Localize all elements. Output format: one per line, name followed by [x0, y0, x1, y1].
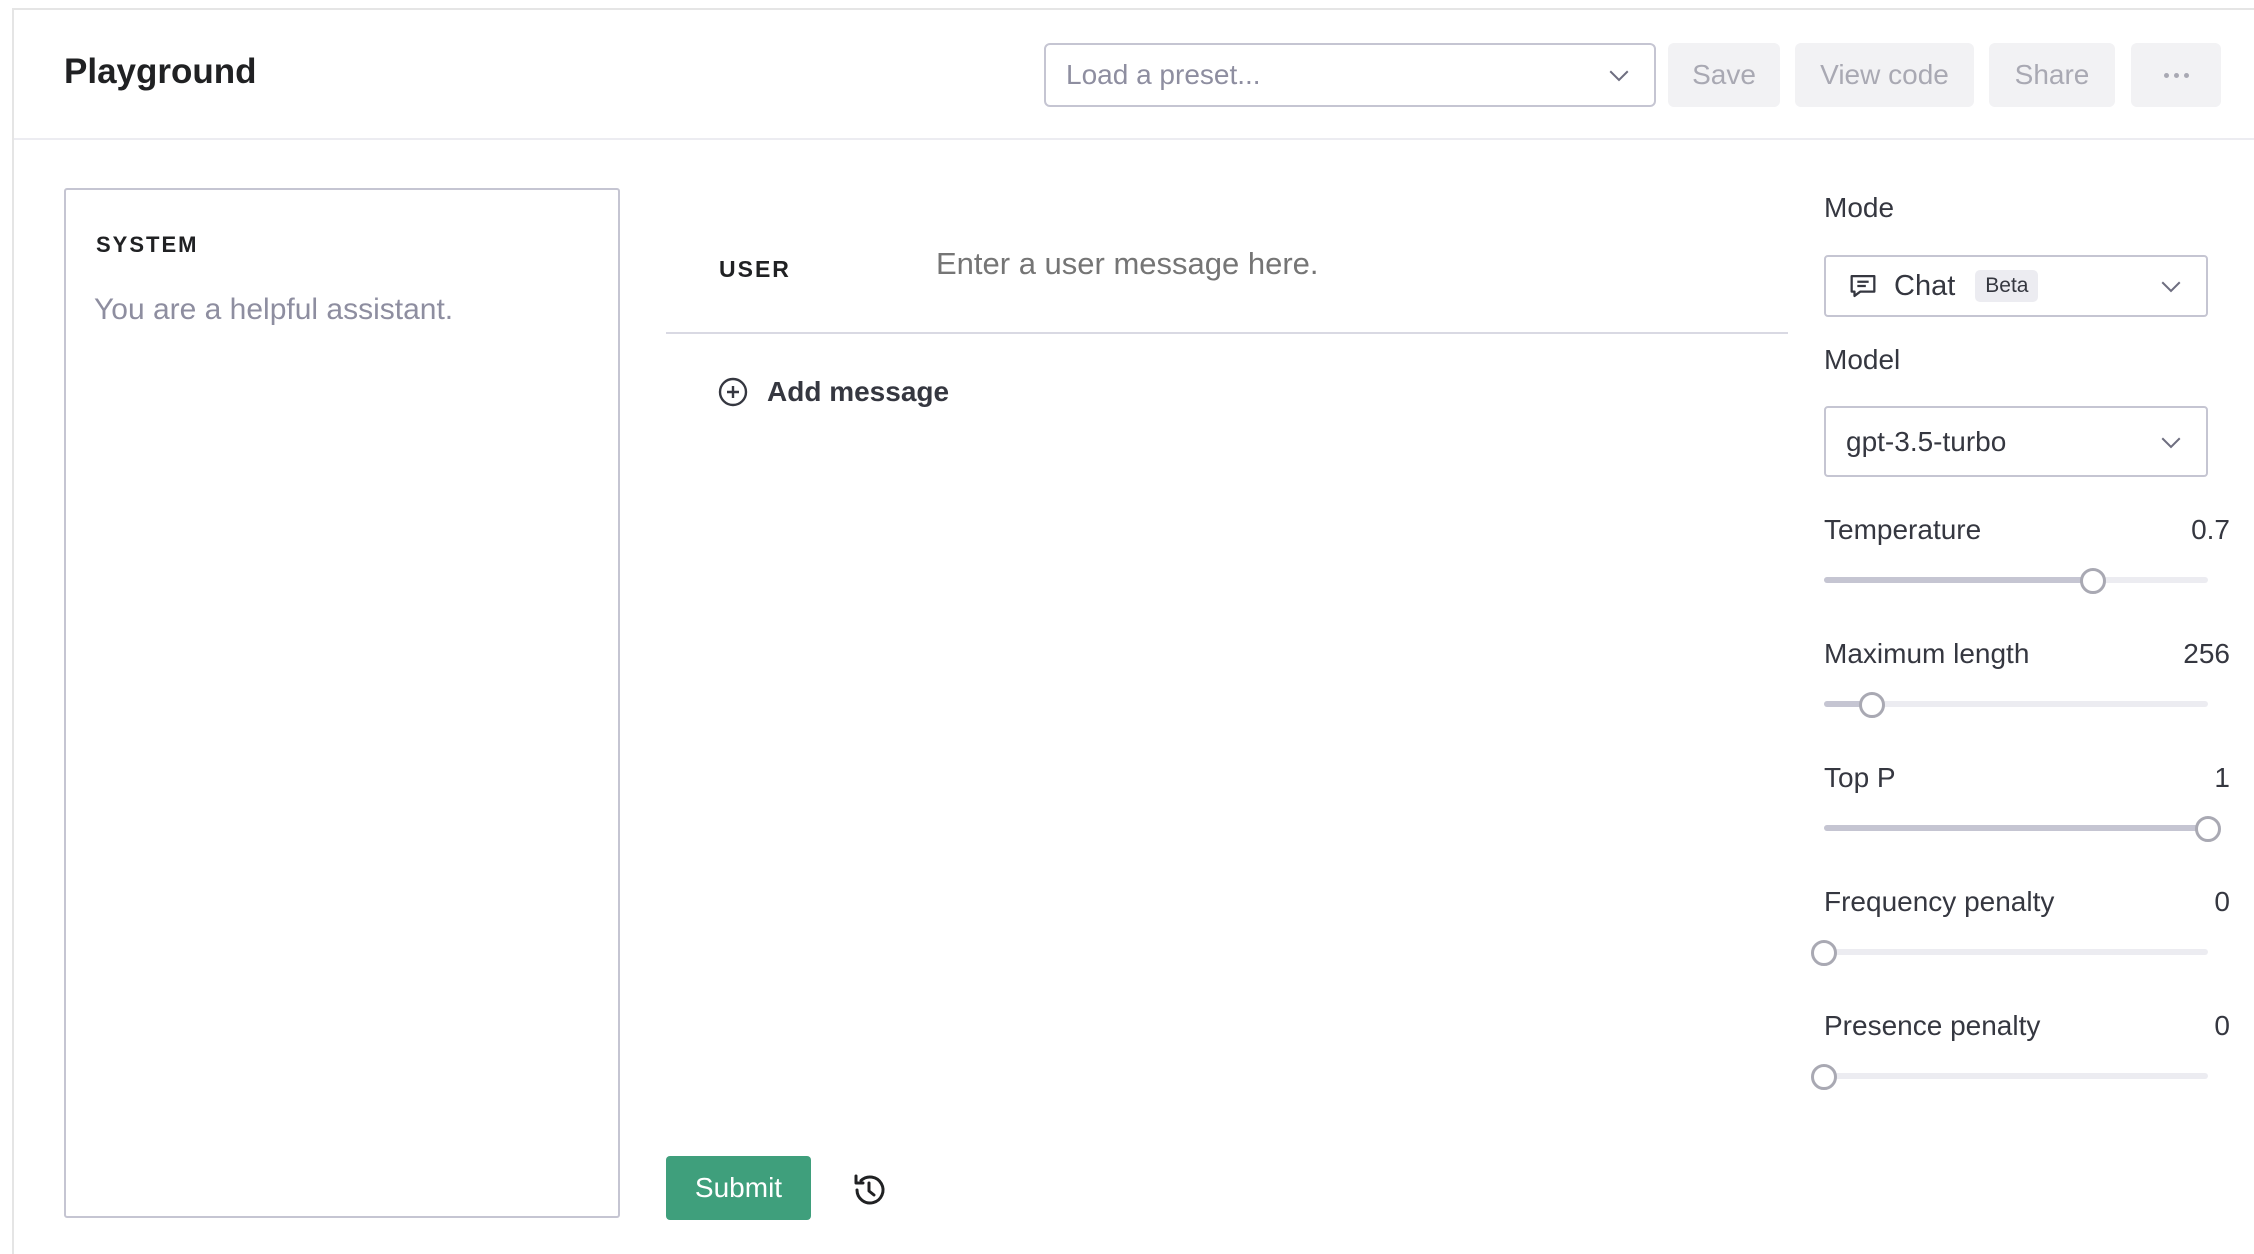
submit-button[interactable]: Submit	[666, 1156, 811, 1220]
chevron-down-icon	[1609, 70, 1629, 82]
app-window: Playground Load a preset... Save View co…	[12, 8, 2254, 1254]
preset-select[interactable]: Load a preset...	[1044, 43, 1656, 107]
model-label: Model	[1824, 344, 1901, 375]
temperature-value[interactable]: 0.7	[2191, 514, 2230, 546]
user-message-row: USER	[666, 200, 1788, 334]
user-role-label[interactable]: USER	[719, 256, 791, 283]
add-message-button[interactable]: Add message	[717, 372, 949, 412]
slider-handle[interactable]	[1811, 940, 1837, 966]
top-p-slider[interactable]	[1824, 816, 2221, 842]
model-select[interactable]: gpt-3.5-turbo	[1824, 406, 2208, 477]
slider-handle[interactable]	[1811, 1064, 1837, 1090]
chevron-down-icon	[2161, 437, 2181, 448]
presence-penalty-slider[interactable]	[1811, 1064, 2208, 1090]
add-message-label: Add message	[767, 376, 950, 407]
max-length-slider[interactable]	[1824, 692, 2208, 718]
chevron-down-icon	[2161, 281, 2181, 293]
system-label: SYSTEM	[96, 232, 199, 257]
max-length-label: Maximum length	[1824, 638, 2030, 669]
presence-penalty-label: Presence penalty	[1824, 1010, 2041, 1041]
frequency-penalty-slider[interactable]	[1811, 940, 2208, 966]
chat-bubble-icon	[1850, 274, 1876, 298]
slider-handle[interactable]	[2195, 816, 2221, 842]
top-p-label: Top P	[1824, 762, 1896, 793]
model-value: gpt-3.5-turbo	[1846, 425, 2007, 457]
ellipsis-icon	[2163, 72, 2189, 78]
user-message-input[interactable]	[936, 246, 1736, 282]
system-input[interactable]: You are a helpful assistant.	[94, 293, 453, 327]
more-options-button[interactable]	[2131, 43, 2221, 107]
share-button[interactable]: Share	[1989, 43, 2115, 107]
system-panel[interactable]: SYSTEM You are a helpful assistant.	[64, 188, 620, 1218]
page-title: Playground	[64, 52, 257, 91]
top-p-value[interactable]: 1	[2214, 762, 2230, 794]
mode-value: Chat	[1894, 269, 1956, 302]
view-code-button[interactable]: View code	[1795, 43, 1974, 107]
slider-handle[interactable]	[1859, 692, 1885, 718]
history-icon	[854, 1174, 885, 1205]
header: Playground Load a preset... Save View co…	[14, 10, 2254, 140]
frequency-penalty-value[interactable]: 0	[2214, 886, 2230, 918]
temperature-slider[interactable]	[1824, 568, 2208, 594]
mode-label: Mode	[1824, 192, 1895, 223]
max-length-value[interactable]: 256	[2183, 638, 2230, 670]
temperature-label: Temperature	[1824, 514, 1982, 545]
history-button[interactable]	[849, 1170, 889, 1210]
save-button[interactable]: Save	[1668, 43, 1780, 107]
beta-badge: Beta	[1975, 270, 2039, 302]
slider-handle[interactable]	[2079, 568, 2106, 594]
plus-circle-icon	[718, 377, 748, 407]
presence-penalty-value[interactable]: 0	[2214, 1010, 2230, 1042]
frequency-penalty-label: Frequency penalty	[1824, 886, 2055, 917]
preset-placeholder: Load a preset...	[1066, 59, 1261, 90]
mode-select[interactable]: Chat Beta	[1824, 255, 2208, 317]
